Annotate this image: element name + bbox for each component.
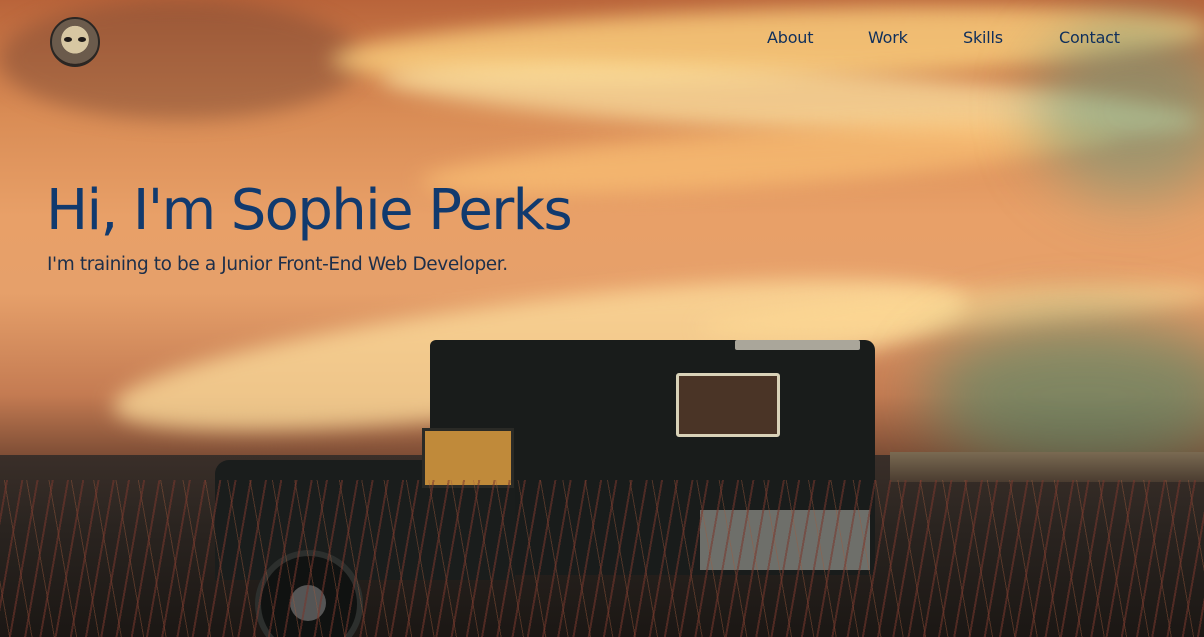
nav-link-skills[interactable]: Skills <box>963 28 1003 47</box>
sky-teal-tint <box>924 320 1204 470</box>
nav-link-contact[interactable]: Contact <box>1059 28 1120 47</box>
main-nav: About Work Skills Contact <box>0 28 1204 50</box>
hero-section: About Work Skills Contact Hi, I'm Sophie… <box>0 0 1204 637</box>
camper-roof-rack <box>735 340 860 350</box>
nav-link-work[interactable]: Work <box>868 28 908 47</box>
truck-windshield <box>422 428 514 488</box>
nav-link-about[interactable]: About <box>767 28 814 47</box>
far-field <box>890 452 1204 482</box>
hero-title: Hi, I'm Sophie Perks <box>46 178 573 243</box>
sky-shadow <box>0 0 360 120</box>
hero-subtitle: I'm training to be a Junior Front-End We… <box>47 254 508 275</box>
camper-window <box>676 373 780 437</box>
foreground-grass <box>0 480 1204 637</box>
